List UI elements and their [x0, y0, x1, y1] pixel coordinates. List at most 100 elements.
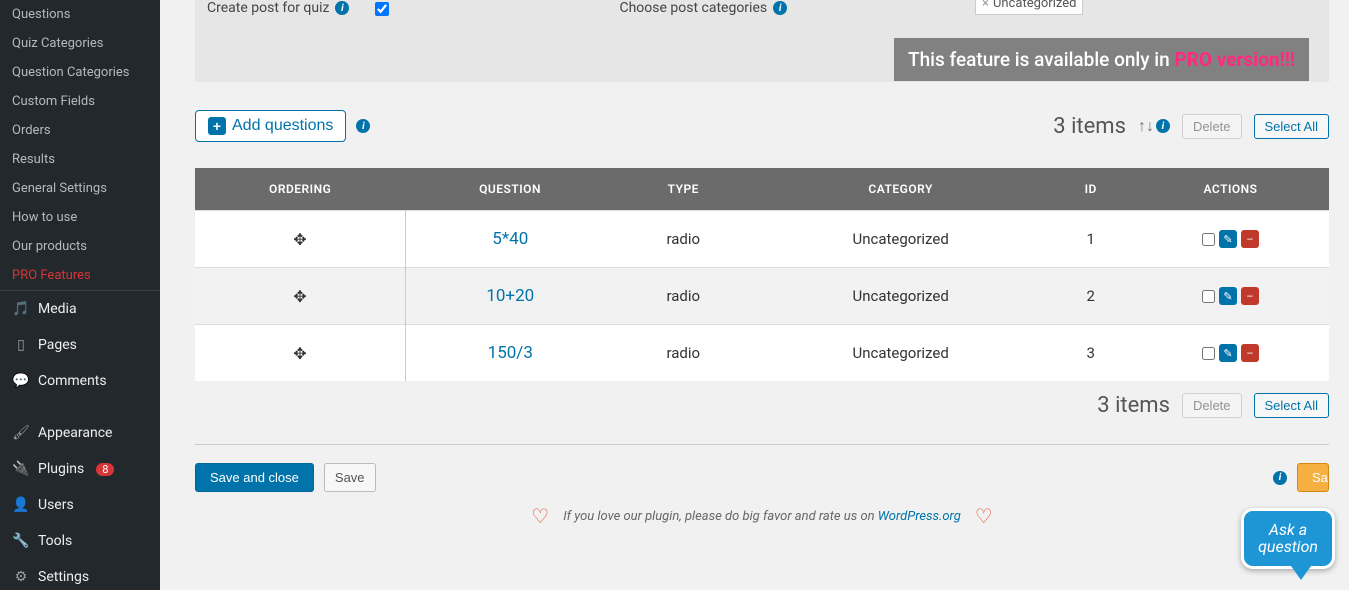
sidebar-sub-our-products[interactable]: Our products: [0, 232, 160, 261]
footer-love: ♡ If you love our plugin, please do big …: [195, 496, 1329, 536]
sidebar-item-label: Pages: [38, 337, 77, 353]
info-icon[interactable]: i: [773, 1, 787, 15]
table-row: ✥ 150/3 radioUncategorized3 ✎–: [195, 325, 1329, 382]
row-checkbox[interactable]: [1202, 290, 1215, 303]
question-link[interactable]: 10+20: [486, 286, 534, 306]
question-link[interactable]: 5*40: [492, 229, 528, 249]
table-row: ✥ 5*40 radioUncategorized1 ✎–: [195, 211, 1329, 268]
category-cell: Uncategorized: [752, 211, 1050, 268]
category-tag[interactable]: ×Uncategorized: [975, 0, 1083, 15]
save-row: Save and close Save i Sa: [195, 459, 1329, 496]
sidebar-item-label: Tools: [38, 533, 72, 549]
heart-icon: ♡: [975, 504, 993, 528]
question-link[interactable]: 150/3: [488, 343, 533, 363]
sidebar-sub-general-settings[interactable]: General Settings: [0, 174, 160, 203]
drag-handle-icon[interactable]: ✥: [293, 287, 306, 306]
sidebar-sub-questions[interactable]: Questions: [0, 0, 160, 29]
category-cell: Uncategorized: [752, 268, 1050, 325]
media-icon: 🎵: [12, 300, 30, 318]
drag-handle-icon[interactable]: ✥: [293, 344, 306, 363]
plug-icon: 🔌: [12, 460, 30, 478]
comment-icon: 💬: [12, 372, 30, 390]
category-cell: Uncategorized: [752, 325, 1050, 382]
questions-toolbar: +Add questions i 3 items ↑↓i Delete Sele…: [195, 102, 1329, 150]
edit-icon[interactable]: ✎: [1219, 230, 1237, 248]
sidebar-sub-question-categories[interactable]: Question Categories: [0, 58, 160, 87]
admin-sidebar: Questions Quiz Categories Question Categ…: [0, 0, 160, 590]
type-cell: radio: [615, 325, 752, 382]
sidebar-sub-orders[interactable]: Orders: [0, 116, 160, 145]
user-icon: 👤: [12, 496, 30, 514]
delete-icon[interactable]: –: [1241, 344, 1259, 362]
plugin-badge: 8: [96, 463, 114, 476]
edit-icon[interactable]: ✎: [1219, 287, 1237, 305]
info-icon[interactable]: i: [356, 119, 370, 133]
type-cell: radio: [615, 211, 752, 268]
select-all-button-bottom[interactable]: Select All: [1254, 393, 1329, 418]
sidebar-item-pages[interactable]: ▯ Pages: [0, 327, 160, 363]
col-id: ID: [1049, 168, 1132, 211]
row-checkbox[interactable]: [1202, 233, 1215, 246]
id-cell: 1: [1049, 211, 1132, 268]
info-icon[interactable]: i: [335, 1, 349, 15]
sidebar-sub-pro-features[interactable]: PRO Features: [0, 261, 160, 290]
sidebar-item-media[interactable]: 🎵 Media: [0, 291, 160, 327]
col-type: TYPE: [615, 168, 752, 211]
sidebar-item-label: Comments: [38, 373, 107, 389]
edit-icon[interactable]: ✎: [1219, 344, 1237, 362]
wordpress-link[interactable]: WordPress.org: [878, 509, 961, 524]
sidebar-sub-how-to-use[interactable]: How to use: [0, 203, 160, 232]
pro-banner: This feature is available only in PRO ve…: [894, 38, 1309, 81]
sidebar-submenu: Questions Quiz Categories Question Categ…: [0, 0, 160, 290]
info-icon[interactable]: i: [1273, 471, 1287, 485]
choose-categories-label: Choose post categoriesi: [619, 0, 787, 16]
wrench-icon: 🔧: [12, 532, 30, 550]
sidebar-item-plugins[interactable]: 🔌 Plugins 8: [0, 451, 160, 487]
sidebar-item-label: Settings: [38, 569, 89, 585]
select-all-button[interactable]: Select All: [1254, 114, 1329, 139]
heart-icon: ♡: [531, 504, 549, 528]
delete-icon[interactable]: –: [1241, 230, 1259, 248]
items-count-bottom: 3 items: [1097, 393, 1170, 418]
id-cell: 3: [1049, 325, 1132, 382]
col-actions: ACTIONS: [1132, 168, 1329, 211]
sidebar-sub-results[interactable]: Results: [0, 145, 160, 174]
sidebar-item-tools[interactable]: 🔧 Tools: [0, 523, 160, 559]
type-cell: radio: [615, 268, 752, 325]
sidebar-item-label: Plugins: [38, 461, 84, 477]
page-icon: ▯: [12, 336, 30, 354]
close-icon[interactable]: ×: [982, 0, 989, 11]
save-button[interactable]: Save: [324, 463, 376, 492]
delete-button-bottom[interactable]: Delete: [1182, 393, 1242, 418]
sidebar-sub-quiz-categories[interactable]: Quiz Categories: [0, 29, 160, 58]
sidebar-item-users[interactable]: 👤Users: [0, 487, 160, 523]
save-close-button[interactable]: Save and close: [195, 463, 314, 492]
drag-handle-icon[interactable]: ✥: [293, 230, 306, 249]
sidebar-item-appearance[interactable]: 🖌 Appearance: [0, 415, 160, 451]
plus-icon: +: [208, 117, 226, 135]
main-content: Create post for quizi Choose post catego…: [160, 0, 1349, 590]
save-button-2[interactable]: Sa: [1297, 463, 1329, 492]
create-post-checkbox[interactable]: [375, 2, 389, 16]
sort-toggle[interactable]: ↑↓i: [1138, 116, 1170, 136]
ask-question-bubble[interactable]: Ask aquestion: [1241, 508, 1335, 580]
delete-icon[interactable]: –: [1241, 287, 1259, 305]
sidebar-item-comments[interactable]: 💬 Comments: [0, 363, 160, 399]
col-category: CATEGORY: [752, 168, 1050, 211]
row-checkbox[interactable]: [1202, 347, 1215, 360]
gear-icon: ⚙: [12, 568, 30, 586]
sidebar-sub-custom-fields[interactable]: Custom Fields: [0, 87, 160, 116]
sidebar-item-label: Media: [38, 301, 77, 317]
items-count: 3 items: [1053, 114, 1126, 139]
info-icon: i: [1156, 119, 1170, 133]
bottom-bar: 3 items Delete Select All: [195, 381, 1329, 430]
table-row: ✥10+20radioUncategorized2✎–: [195, 268, 1329, 325]
sidebar-item-settings[interactable]: ⚙ Settings: [0, 559, 160, 590]
delete-button[interactable]: Delete: [1182, 114, 1242, 139]
col-question: QUESTION: [405, 168, 614, 211]
questions-table: ORDERING QUESTION TYPE CATEGORY ID ACTIO…: [195, 168, 1329, 381]
add-questions-button[interactable]: +Add questions: [195, 110, 346, 142]
sidebar-item-label: Appearance: [38, 425, 112, 441]
brush-icon: 🖌: [12, 424, 30, 442]
create-post-label: Create post for quizi: [207, 0, 349, 16]
